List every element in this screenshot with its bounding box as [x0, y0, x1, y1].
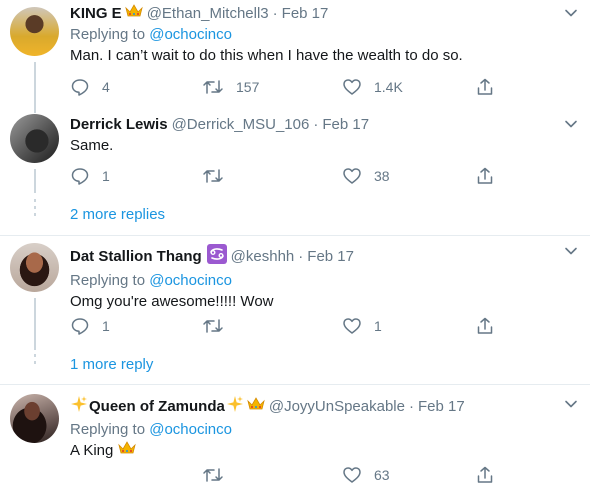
mention-link[interactable]: @ochocinco [149, 421, 232, 438]
mention-link[interactable]: @ochocinco [149, 26, 232, 43]
thread-line [34, 105, 36, 113]
reply-count: 1 [102, 168, 110, 184]
avatar[interactable] [10, 243, 59, 292]
mention-link[interactable]: @ochocinco [149, 272, 232, 289]
avatar[interactable] [10, 114, 59, 163]
retweet-icon [203, 80, 223, 94]
chevron-down-icon[interactable] [564, 6, 578, 20]
tweet[interactable]: Dat Stallion Thang @keshhh · Feb 17 Repl… [0, 236, 590, 383]
share-icon [477, 317, 493, 334]
heart-icon [343, 467, 361, 483]
tweet-actions: 63 [70, 465, 510, 485]
display-name[interactable]: Queen of Zamunda [89, 397, 225, 417]
chevron-down-icon[interactable] [564, 244, 578, 258]
crown-icon [124, 4, 143, 24]
tweet-actions: 1 38 [70, 166, 510, 186]
crown-icon [117, 441, 136, 461]
like-count: 63 [374, 467, 390, 483]
sparkles-icon [70, 395, 88, 419]
show-more-replies-link[interactable]: 1 more reply [70, 356, 153, 373]
share-button[interactable] [475, 77, 495, 97]
reply-icon [71, 79, 89, 96]
chevron-down-icon[interactable] [564, 117, 578, 131]
user-handle[interactable]: @JoyyUnSpeakable [269, 397, 405, 417]
tweet-text: Man. I can’t wait to do this when I have… [70, 47, 463, 64]
replying-label: Replying to [70, 272, 146, 289]
more-replies-dots [33, 199, 37, 220]
retweet-icon [203, 169, 223, 183]
avatar[interactable] [10, 394, 59, 443]
retweet-button[interactable] [202, 166, 236, 186]
retweet-count: 157 [236, 79, 260, 95]
user-handle[interactable]: @keshhh [231, 247, 295, 267]
tweet[interactable]: KING E @Ethan_Mitchell3 · Feb 17 Replyin… [0, 0, 590, 106]
heart-icon [343, 168, 361, 184]
like-button[interactable]: 63 [342, 465, 390, 485]
tweet[interactable]: Queen of Zamunda @JoyyUnSpeakable · Feb … [0, 385, 590, 490]
heart-icon [343, 79, 361, 95]
reply-icon [71, 318, 89, 335]
display-name[interactable]: KING E [70, 4, 122, 24]
tweet-date[interactable]: Feb 17 [322, 115, 369, 135]
like-button[interactable]: 1.4K [342, 77, 403, 97]
retweet-button[interactable] [202, 465, 236, 485]
crown-icon [247, 397, 265, 417]
like-count: 1 [374, 318, 382, 334]
heart-icon [343, 318, 361, 334]
share-icon [477, 167, 493, 184]
replying-label: Replying to [70, 421, 146, 438]
reply-icon [71, 168, 89, 185]
tweet-date[interactable]: Feb 17 [307, 247, 354, 267]
tweet-date[interactable]: Feb 17 [418, 397, 465, 417]
replying-label: Replying to [70, 26, 146, 43]
reply-button[interactable]: 4 [70, 77, 110, 97]
tweet-actions: 4 157 1.4K [70, 77, 510, 97]
display-name[interactable]: Dat Stallion Thang [70, 247, 202, 267]
share-icon [477, 78, 493, 95]
share-button[interactable] [475, 465, 495, 485]
retweet-icon [203, 468, 223, 482]
retweet-button[interactable] [202, 316, 236, 336]
thread-line [34, 298, 36, 350]
share-icon [477, 466, 493, 483]
user-handle[interactable]: @Ethan_Mitchell3 [147, 4, 269, 24]
like-button[interactable]: 38 [342, 166, 390, 186]
retweet-icon [203, 319, 223, 333]
display-name[interactable]: Derrick Lewis [70, 115, 168, 135]
like-count: 1.4K [374, 79, 403, 95]
reply-button[interactable]: 1 [70, 316, 110, 336]
avatar[interactable] [10, 7, 59, 56]
retweet-button[interactable]: 157 [202, 77, 259, 97]
tweet[interactable]: Derrick Lewis @Derrick_MSU_106 · Feb 17 … [0, 105, 590, 235]
chevron-down-icon[interactable] [564, 397, 578, 411]
share-button[interactable] [475, 166, 495, 186]
reply-button[interactable]: 1 [70, 166, 110, 186]
more-replies-dots [33, 354, 37, 368]
user-handle[interactable]: @Derrick_MSU_106 [172, 115, 310, 135]
tweet-text: Omg you're awesome!!!!! Wow [70, 293, 274, 310]
cancer-zodiac-icon [206, 244, 227, 270]
show-more-replies-link[interactable]: 2 more replies [70, 206, 165, 223]
thread-line [34, 169, 36, 193]
share-button[interactable] [475, 316, 495, 336]
sparkles-icon [226, 395, 244, 419]
tweet-text: Same. [70, 137, 114, 154]
reply-count: 1 [102, 318, 110, 334]
like-count: 38 [374, 168, 390, 184]
thread-line [34, 62, 36, 106]
tweet-text: A King [70, 442, 114, 459]
tweet-actions: 1 1 [70, 316, 510, 336]
tweet-date[interactable]: Feb 17 [282, 4, 329, 24]
reply-count: 4 [102, 79, 110, 95]
like-button[interactable]: 1 [342, 316, 382, 336]
